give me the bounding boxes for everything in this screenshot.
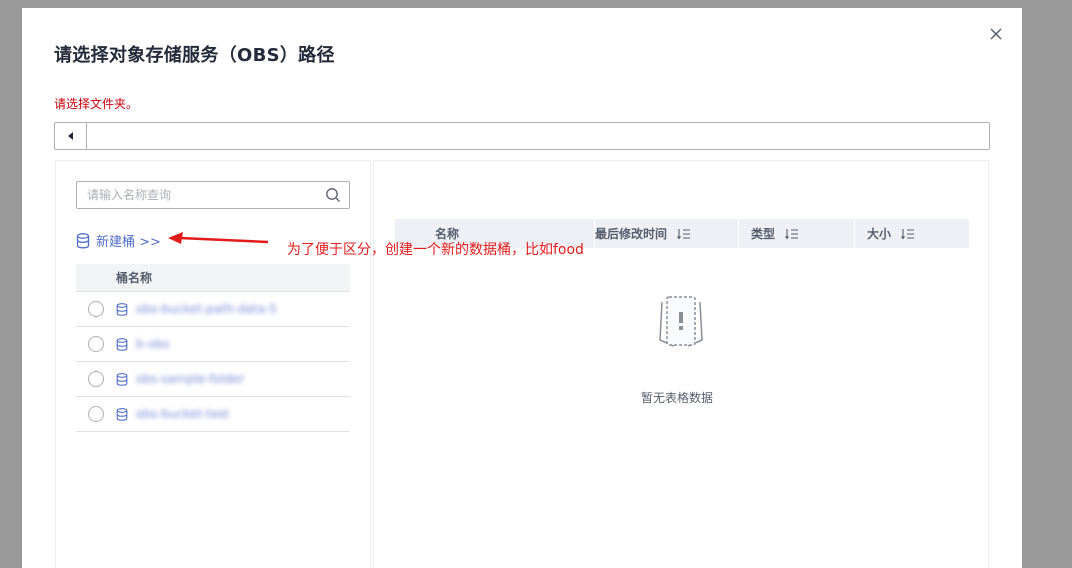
bucket-row[interactable]: obs-bucket-path-data-5 [76,292,350,327]
bucket-name[interactable]: obs-bucket-path-data-5 [136,302,277,316]
search-input[interactable] [77,182,317,208]
bucket-row[interactable]: b-obs [76,327,350,362]
column-last-modified[interactable]: 最后修改时间 [595,219,739,248]
bucket-name[interactable]: obs-bucket-test [136,407,229,421]
modal-overlay-left [0,0,22,568]
annotation-text: 为了便于区分，创建一个新的数据桶，比如food [287,242,584,258]
bucket-radio[interactable] [88,301,104,317]
search-icon[interactable] [325,187,341,203]
sort-icon[interactable] [901,228,915,240]
bucket-add-icon [76,232,90,248]
dialog-title: 请选择对象存储服务（OBS）路径 [54,45,335,66]
obs-path-dialog: 请选择对象存储服务（OBS）路径 请选择文件夹。 新建桶 >> 桶名称 obs-… [22,8,1022,568]
new-bucket-label: 新建桶 >> [96,235,161,250]
sort-icon[interactable] [785,228,799,240]
folder-hint: 请选择文件夹。 [54,97,139,111]
bucket-list: obs-bucket-path-data-5 b-obs obs-sample-… [76,292,350,432]
empty-data-icon [659,296,703,347]
column-type[interactable]: 类型 [739,219,855,248]
close-icon[interactable] [987,25,1005,43]
bucket-name[interactable]: b-obs [136,337,169,351]
bucket-row[interactable]: obs-bucket-test [76,397,350,432]
path-input[interactable] [87,123,989,149]
bucket-name[interactable]: obs-sample-folder [136,372,244,386]
new-bucket-link[interactable]: 新建桶 >> [76,231,161,250]
object-panel: 名称 最后修改时间 类型 大小 暂无表格数据 [373,160,989,568]
bucket-radio[interactable] [88,406,104,422]
bucket-panel: 新建桶 >> 桶名称 obs-bucket-path-data-5 b-obs … [55,160,371,568]
path-bar [54,122,990,150]
bucket-icon [116,407,128,421]
annotation-arrow-icon [168,232,269,244]
modal-overlay-top [0,0,1072,8]
sort-icon[interactable] [677,228,691,240]
empty-text: 暂无表格数据 [641,391,714,405]
bucket-radio[interactable] [88,371,104,387]
bucket-icon [116,372,128,386]
bucket-search [76,181,350,209]
bucket-icon [116,302,128,316]
back-arrow-icon[interactable] [55,123,87,149]
bucket-icon [116,337,128,351]
column-size[interactable]: 大小 [855,219,969,248]
modal-overlay-right [1022,0,1072,568]
bucket-radio[interactable] [88,336,104,352]
bucket-row[interactable]: obs-sample-folder [76,362,350,397]
bucket-name-header: 桶名称 [76,264,350,292]
